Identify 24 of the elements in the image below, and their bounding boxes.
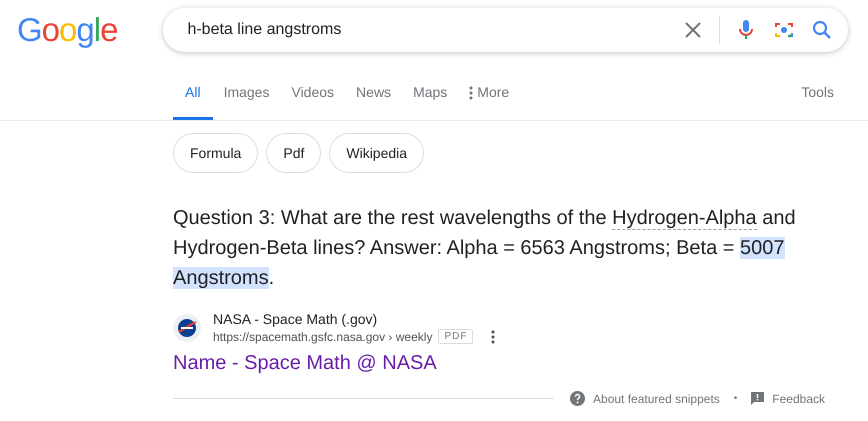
site-logo-icon [173,314,201,342]
tools-button[interactable]: Tools [801,84,834,120]
search-input[interactable]: h-beta line angstroms [185,20,667,40]
tab[interactable]: Images [212,84,280,120]
filter-chip[interactable]: Pdf [266,133,322,173]
help-icon [570,391,586,406]
about-link[interactable]: About featured snippets [570,391,720,406]
filter-chip[interactable]: Wikipedia [329,133,424,173]
tab[interactable]: News [345,84,402,120]
more-icon [469,86,474,100]
tab[interactable]: Videos [280,84,346,120]
feedback-icon [751,392,764,405]
result-title-link[interactable]: Name - Space Math @ NASA [173,352,437,375]
feedback-link[interactable]: Feedback [751,392,825,406]
more-options-icon[interactable] [491,330,496,344]
filter-chip[interactable]: Formula [173,133,258,173]
site-url: https://spacemath.gsfc.nasa.gov › weekly [213,330,432,344]
logo[interactable]: Google [17,10,120,50]
separator-dot: • [734,393,738,404]
tab[interactable]: More [458,84,520,120]
tab[interactable]: Maps [402,84,458,120]
file-type-tag: PDF [438,329,474,344]
tab[interactable]: All [173,84,213,120]
site-name: NASA - Space Math (.gov) [213,311,378,327]
